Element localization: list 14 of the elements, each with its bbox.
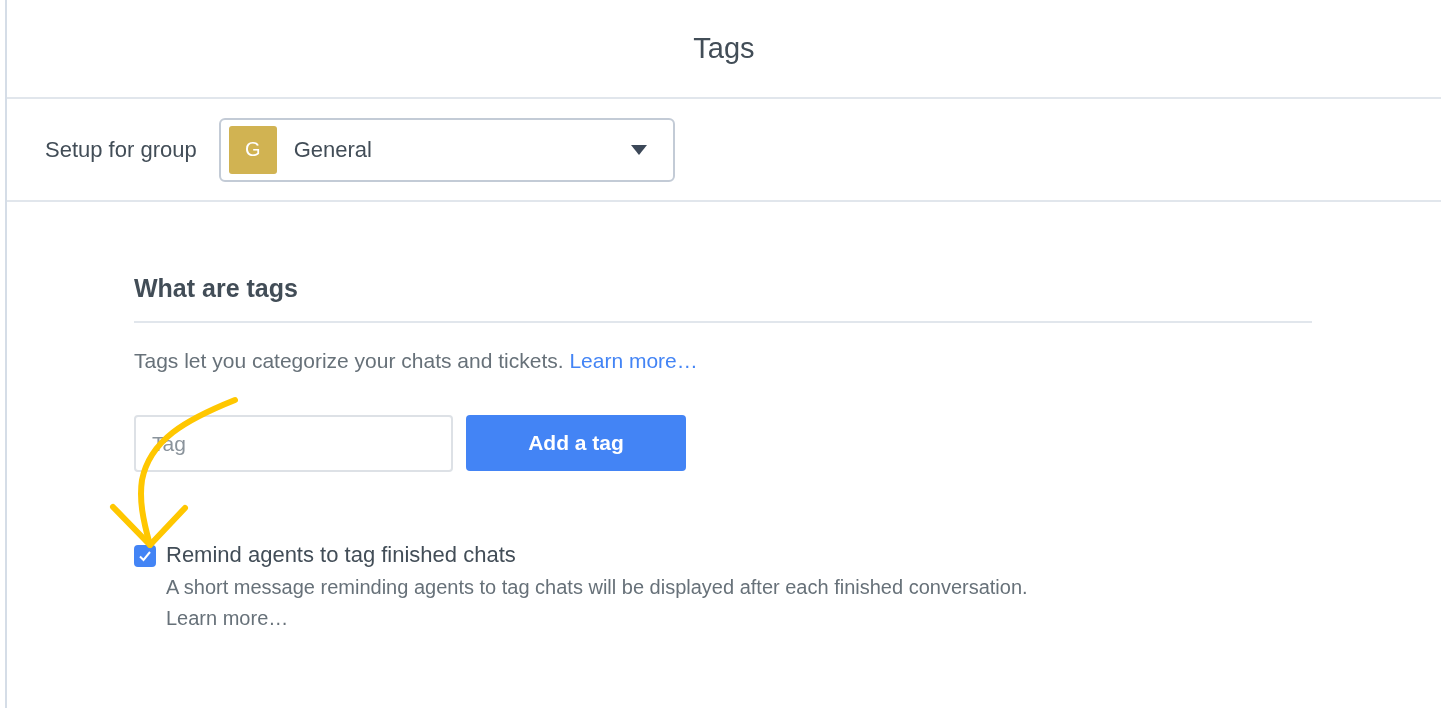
group-label: Setup for group <box>45 136 197 163</box>
reminder-label: Remind agents to tag finished chats <box>166 542 516 568</box>
group-dropdown[interactable]: G General <box>218 117 675 182</box>
reminder-checkbox[interactable] <box>134 545 156 567</box>
learn-more-link[interactable]: Learn more… <box>569 349 698 372</box>
page-title: Tags <box>693 32 755 65</box>
section-heading: What are tags <box>134 274 1312 323</box>
learn-more-link[interactable]: Learn more… <box>166 607 289 630</box>
group-avatar: G <box>228 125 277 174</box>
check-icon <box>138 550 152 562</box>
add-tag-button[interactable]: Add a tag <box>466 415 686 471</box>
reminder-description: A short message reminding agents to tag chats will be displayed after each finished conversation. <box>166 576 1028 599</box>
section-description: Tags let you categorize your chats and tickets. Learn more… <box>134 349 699 373</box>
caret-icon <box>630 144 647 155</box>
